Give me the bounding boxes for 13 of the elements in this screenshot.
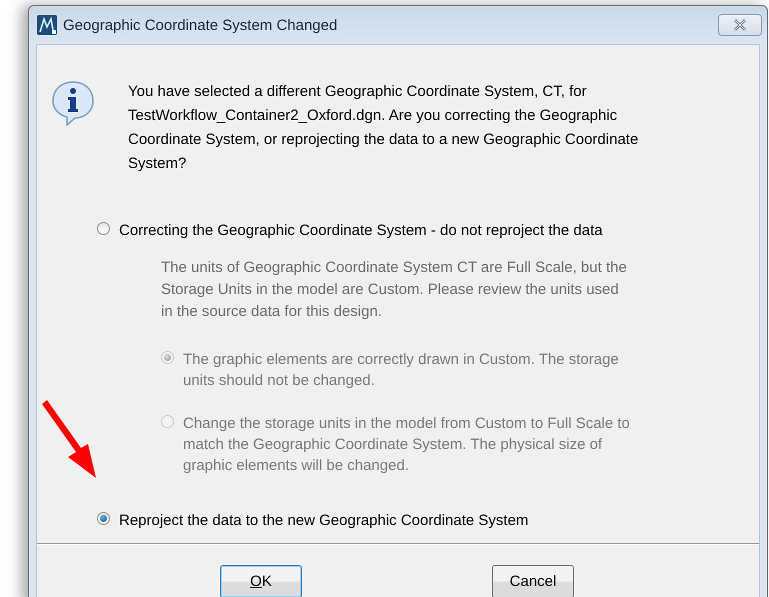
note-text: The units of Geographic Coordinate System CT are Full Scale, but the Storage Units in the model are Custom. Please review the units used in the source data for this design.	[161, 258, 627, 322]
message-text: You have selected a different Geographic Coordinate System, CT, for TestWorkflow_Container2_Oxford.dgn. Are you correcting the Geographic Coordinate System, or reprojecting the data to a new Geographic Coordinate System?	[128, 82, 640, 174]
dialog-button[interactable]: Cancel	[492, 565, 574, 597]
window-title: Geographic Coordinate System Changed	[63, 16, 338, 34]
radio-label[interactable]: Correcting the Geographic Coordinate System - do not reproject the data	[119, 220, 603, 241]
close-icon	[732, 19, 748, 31]
radio-button[interactable]	[97, 222, 110, 235]
close-button[interactable]	[718, 14, 762, 36]
radio-button[interactable]	[97, 512, 110, 525]
radio-label[interactable]: Reproject the data to the new Geographic Coordinate System	[119, 510, 528, 531]
app-logo-icon	[37, 15, 57, 35]
info-icon	[51, 80, 95, 126]
dialog-button[interactable]: OK	[220, 565, 302, 597]
